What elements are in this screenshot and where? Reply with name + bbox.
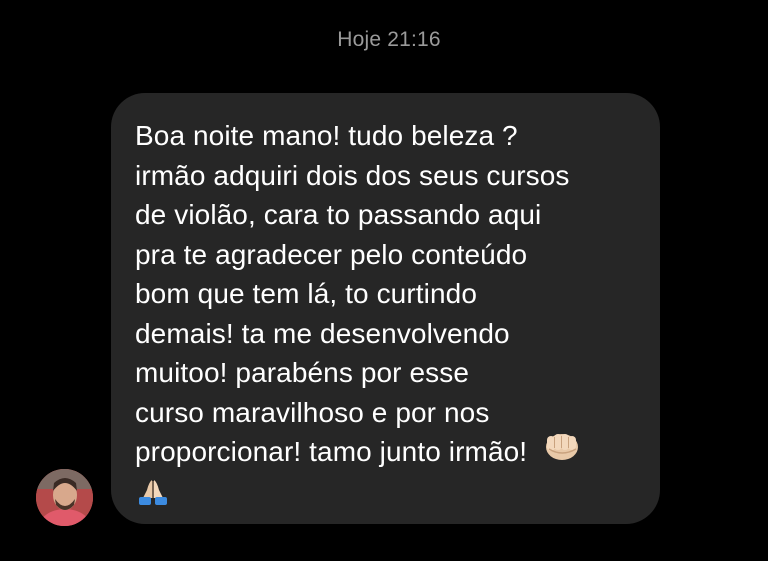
message-bubble[interactable]: Boa noite mano! tudo beleza ? irmão adqu… <box>111 93 660 524</box>
message-line: irmão adquiri dois dos seus cursos <box>135 159 570 191</box>
message-line: demais! ta me desenvolvendo <box>135 317 510 349</box>
message-line-emoji <box>135 474 642 516</box>
message-line: curso maravilhoso e por nos <box>135 396 490 428</box>
message-line: de violão, cara to passando aqui <box>135 199 542 230</box>
avatar[interactable] <box>36 469 93 526</box>
message-line: muitoo! parabéns por esse <box>135 357 470 388</box>
message-line-with-emoji: proporcionar! tamo junto irmão! <box>135 432 642 474</box>
message-line: pra te agradecer pelo conteúdo <box>135 238 528 270</box>
message-timestamp: Hoje 21:16 <box>337 28 441 51</box>
message-line: Boa noite mano! tudo beleza ? <box>135 120 518 151</box>
avatar-photo <box>36 469 93 526</box>
message-line-text: proporcionar! tamo junto irmão! <box>135 436 528 467</box>
message-line: bom que tem lá, to curtindo <box>135 278 477 309</box>
folded-hands-icon <box>135 477 171 517</box>
fist-bump-icon <box>545 431 581 472</box>
